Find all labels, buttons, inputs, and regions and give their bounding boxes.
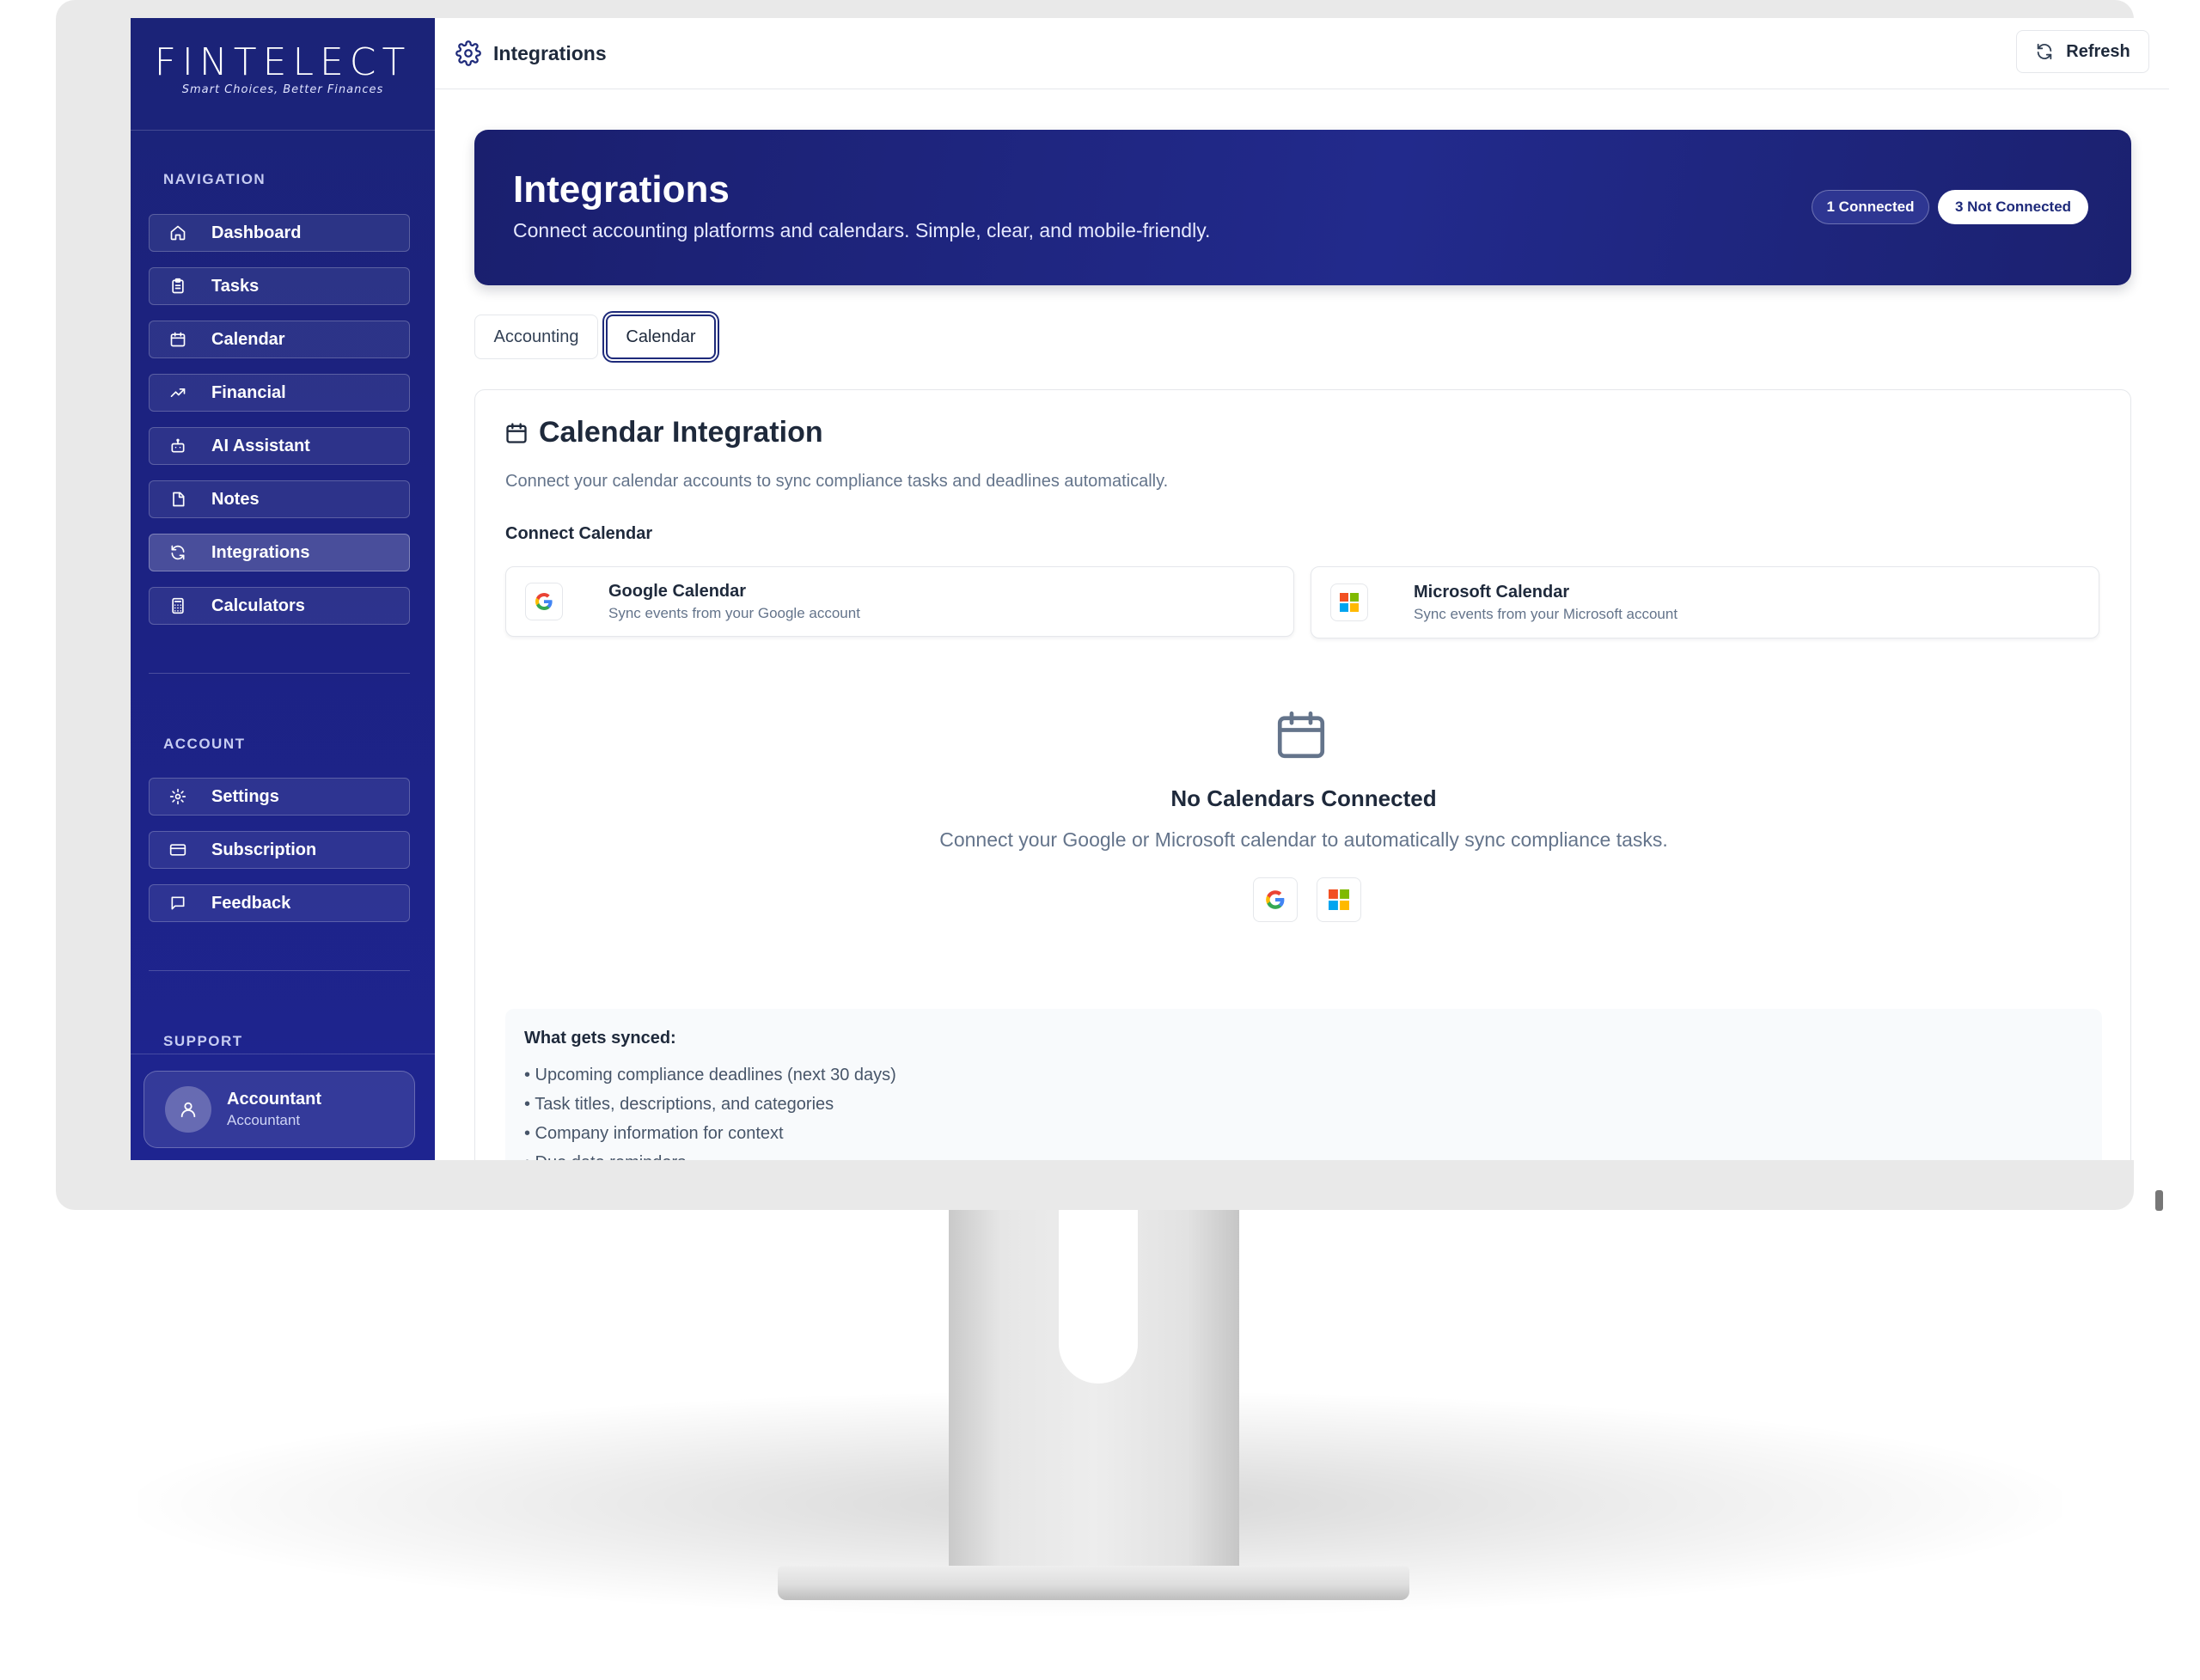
sidebar-item-label: AI Assistant — [211, 436, 310, 455]
user-profile-card[interactable]: Accountant Accountant — [144, 1071, 415, 1148]
sync-info-title: What gets synced: — [524, 1029, 676, 1048]
list-item: • Due date reminders — [524, 1148, 896, 1160]
sidebar-item-label: Calendar — [211, 329, 285, 349]
sidebar-item-label: Financial — [211, 382, 286, 402]
calendar-integration-panel: Calendar Integration Connect your calend… — [474, 389, 2131, 1160]
file-icon — [168, 490, 187, 509]
sidebar-item-ai-assistant[interactable]: AI Assistant — [149, 427, 410, 465]
sidebar-item-label: Settings — [211, 786, 279, 806]
provider-subtitle: Sync events from your Microsoft account — [1414, 605, 1678, 622]
connect-calendar-label: Connect Calendar — [505, 524, 653, 543]
sidebar-item-label: Feedback — [211, 893, 291, 913]
credit-card-icon — [168, 840, 187, 859]
refresh-label: Refresh — [2066, 41, 2130, 61]
brand-name: FINTELECT — [154, 40, 412, 84]
provider-name: Microsoft Calendar — [1414, 582, 1570, 602]
refresh-icon — [2038, 43, 2052, 60]
sidebar-item-calendar[interactable]: Calendar — [149, 321, 410, 358]
sidebar-item-label: Calculators — [211, 596, 305, 615]
google-logo-icon — [1266, 890, 1285, 909]
sidebar-item-notes[interactable]: Notes — [149, 480, 410, 518]
google-quick-connect-button[interactable] — [1253, 877, 1298, 922]
calendar-icon — [504, 421, 529, 445]
panel-header: Calendar Integration — [504, 416, 823, 449]
sidebar-item-feedback[interactable]: Feedback — [149, 884, 410, 922]
provider-subtitle: Sync events from your Google account — [608, 604, 860, 621]
avatar — [165, 1086, 211, 1133]
sync-info-box: What gets synced: • Upcoming compliance … — [505, 1009, 2102, 1160]
microsoft-quick-connect-button[interactable] — [1317, 877, 1361, 922]
refresh-icon — [168, 543, 187, 562]
not-connected-count-badge: 3 Not Connected — [1938, 190, 2088, 224]
sidebar-item-label: Subscription — [211, 840, 317, 859]
sidebar-item-financial[interactable]: Financial — [149, 374, 410, 412]
sidebar-divider — [131, 130, 435, 131]
home-icon — [168, 223, 187, 242]
main-content: Integrations Refresh Integrations Connec… — [435, 18, 2169, 1160]
tab-calendar[interactable]: Calendar — [606, 315, 716, 359]
gear-icon — [455, 40, 481, 66]
tab-accounting[interactable]: Accounting — [474, 315, 598, 359]
page-title: Integrations — [493, 41, 607, 64]
hero-subtitle: Connect accounting platforms and calenda… — [513, 219, 1211, 241]
top-bar: Integrations Refresh — [435, 18, 2169, 89]
sidebar-item-settings[interactable]: Settings — [149, 778, 410, 816]
sidebar-divider — [149, 970, 410, 971]
sidebar-item-tasks[interactable]: Tasks — [149, 267, 410, 305]
empty-state-subtitle: Connect your Google or Microsoft calenda… — [939, 828, 1668, 851]
gear-icon — [168, 787, 187, 806]
user-name: Accountant — [227, 1090, 321, 1109]
section-label-account: ACCOUNT — [163, 736, 246, 752]
sidebar: FINTELECT Smart Choices, Better Finances… — [131, 18, 435, 1160]
google-calendar-connect-button[interactable]: Google Calendar Sync events from your Go… — [505, 566, 1294, 637]
hero-title: Integrations — [513, 168, 730, 211]
brand-tagline: Smart Choices, Better Finances — [181, 83, 384, 96]
sidebar-item-label: Integrations — [211, 542, 310, 562]
calendar-empty-icon — [1277, 711, 1325, 759]
user-icon — [180, 1102, 196, 1118]
monitor-power-led — [2155, 1190, 2163, 1211]
list-item: • Company information for context — [524, 1124, 784, 1143]
refresh-button[interactable]: Refresh — [2016, 30, 2149, 73]
list-item: • Task titles, descriptions, and categor… — [524, 1095, 834, 1114]
panel-description: Connect your calendar accounts to sync c… — [505, 472, 1169, 491]
monitor-frame: FINTELECT Smart Choices, Better Finances… — [56, 0, 2169, 1211]
brand-logo[interactable]: FINTELECT Smart Choices, Better Finances — [131, 40, 435, 97]
microsoft-logo-icon — [1329, 889, 1349, 910]
screen: FINTELECT Smart Choices, Better Finances… — [131, 18, 2169, 1160]
sidebar-item-integrations[interactable]: Integrations — [149, 534, 410, 571]
section-label-support: SUPPORT — [163, 1033, 243, 1049]
microsoft-calendar-connect-button[interactable]: Microsoft Calendar Sync events from your… — [1311, 566, 2099, 638]
monitor-stand-base — [778, 1566, 1409, 1600]
google-logo-icon — [525, 583, 563, 620]
sidebar-item-dashboard[interactable]: Dashboard — [149, 214, 410, 252]
sidebar-item-subscription[interactable]: Subscription — [149, 831, 410, 869]
sync-info-list: • Upcoming compliance deadlines (next 30… — [524, 1060, 896, 1160]
calendar-icon — [168, 330, 187, 349]
section-label-navigation: NAVIGATION — [163, 171, 266, 187]
list-item: • Upcoming compliance deadlines (next 30… — [524, 1066, 896, 1084]
sidebar-divider — [149, 673, 410, 674]
message-icon — [168, 894, 187, 913]
sidebar-item-label: Dashboard — [211, 223, 302, 242]
empty-state-title: No Calendars Connected — [1170, 785, 1437, 811]
panel-title: Calendar Integration — [539, 416, 823, 449]
sidebar-item-label: Notes — [211, 489, 260, 509]
sidebar-item-calculators[interactable]: Calculators — [149, 587, 410, 625]
provider-name: Google Calendar — [608, 581, 747, 601]
bot-icon — [168, 437, 187, 455]
clipboard-icon — [168, 277, 187, 296]
microsoft-logo-icon — [1330, 583, 1368, 621]
monitor-stand-cutout — [1059, 1207, 1138, 1384]
calculator-icon — [168, 596, 187, 615]
user-role: Accountant — [227, 1112, 301, 1128]
connected-count-badge: 1 Connected — [1812, 190, 1929, 224]
sidebar-item-label: Tasks — [211, 276, 260, 296]
hero-banner: Integrations Connect accounting platform… — [474, 130, 2131, 285]
trending-up-icon — [168, 383, 187, 402]
